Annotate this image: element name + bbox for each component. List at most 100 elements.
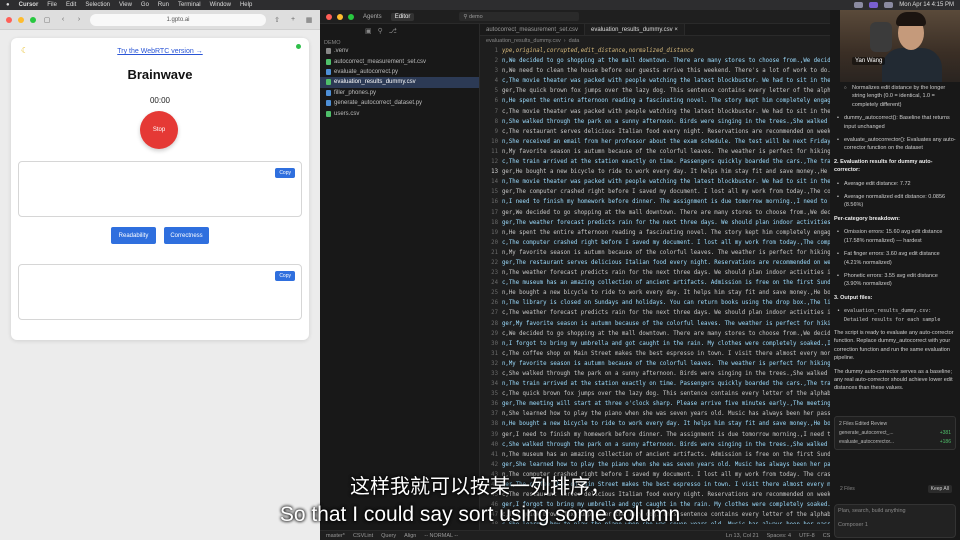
menu-run[interactable]: Run (158, 2, 169, 8)
code-line[interactable]: 32 n,My favorite season is autumn because… (480, 359, 840, 369)
code-lines[interactable]: 1 ype,original,corrupted,edit_distance,no… (480, 46, 840, 524)
code-line[interactable]: 18 ger,The weather forecast predicts rain… (480, 218, 840, 228)
menu-window[interactable]: Window (210, 2, 231, 8)
enhanced-textarea[interactable]: Copy (18, 264, 302, 320)
status-item[interactable]: Align (404, 533, 416, 539)
stop-button[interactable]: Stop (140, 111, 178, 149)
code-line[interactable]: 9 c,The restaurant serves delicious Itali… (480, 127, 840, 137)
new-tab-icon[interactable]: + (288, 16, 298, 23)
minimize-window-button[interactable] (18, 16, 24, 23)
tab-editor[interactable]: Editor (390, 12, 415, 21)
forward-icon[interactable]: › (74, 16, 84, 23)
share-icon[interactable]: ⇧ (272, 16, 282, 24)
code-line[interactable]: 22 ger,The restaurant serves delicious It… (480, 258, 840, 268)
code-line[interactable]: 4 c,The movie theater was packed with peo… (480, 76, 840, 86)
explorer-file[interactable]: .venv (320, 46, 479, 56)
breadcrumb-file[interactable]: evaluation_results_dummy.csv (486, 38, 561, 44)
files-edited-title[interactable]: 2 Files Edited Review (839, 421, 887, 427)
status-icon[interactable] (854, 2, 864, 8)
code-line[interactable]: 15 ger,The computer crashed right before … (480, 187, 840, 197)
zoom-window-button[interactable] (30, 16, 36, 23)
code-line[interactable]: 20 c,The computer crashed right before I … (480, 238, 840, 248)
search-files-icon[interactable]: ⚲ (378, 27, 383, 35)
code-line[interactable]: 29 c,We decided to go shopping at the mal… (480, 329, 840, 339)
explorer-file[interactable]: autocorrect_measurement_set.csv (320, 56, 479, 66)
menu-view[interactable]: View (119, 2, 132, 8)
transcript-textarea[interactable]: Copy (18, 161, 302, 217)
code-line[interactable]: 23 n,The weather forecast predicts rain f… (480, 268, 840, 278)
editor-tab-evaluation-results[interactable]: evaluation_results_dummy.csv × (585, 24, 685, 35)
editor-close-button[interactable] (326, 13, 332, 20)
back-icon[interactable]: ‹ (58, 16, 68, 23)
edited-file-row[interactable]: generate_autocorrect_... +381 (839, 428, 951, 437)
code-line[interactable]: 8 n,She walked through the park on a sunn… (480, 117, 840, 127)
readability-button[interactable]: Readability (111, 227, 156, 244)
explorer-file[interactable]: users.csv (320, 108, 479, 118)
code-line[interactable]: 3 n,We need to clean the house before our… (480, 66, 840, 76)
code-line[interactable]: 12 c,The train arrived at the station exa… (480, 157, 840, 167)
code-line[interactable]: 13 ger,He bought a new bicycle to ride to… (480, 167, 840, 177)
webrtc-link[interactable]: Try the WebRTC version → (11, 48, 309, 55)
code-line[interactable]: 10 n,She received an email from her profe… (480, 137, 840, 147)
source-control-icon[interactable]: ⎇ (389, 27, 397, 35)
code-line[interactable]: 19 n,He spent the entire afternoon readin… (480, 228, 840, 238)
code-editor[interactable]: autocorrect_measurement_set.csv evaluati… (480, 24, 840, 530)
status-item[interactable]: Ln 13, Col 21 (726, 533, 759, 539)
close-window-button[interactable] (6, 16, 12, 23)
status-item[interactable]: Query (381, 533, 396, 539)
code-line[interactable]: 36 ger,The meeting will start at three o'… (480, 399, 840, 409)
explorer-file[interactable]: evaluate_autocorrect.py (320, 67, 479, 77)
code-line[interactable]: 30 n,I forgot to bring my umbrella and go… (480, 339, 840, 349)
code-line[interactable]: 38 n,He bought a new bicycle to ride to w… (480, 419, 840, 429)
menu-selection[interactable]: Selection (85, 2, 110, 8)
correctness-button[interactable]: Correctness (164, 227, 209, 244)
close-tab-icon[interactable]: × (674, 27, 678, 33)
apple-icon[interactable]: ● (6, 2, 10, 8)
status-item[interactable]: CSVLint (353, 533, 373, 539)
editor-zoom-button[interactable] (348, 13, 354, 20)
code-line[interactable]: 2 n,We decided to go shopping at the mall… (480, 56, 840, 66)
code-line[interactable]: 35 c,The quick brown fox jumps over the l… (480, 389, 840, 399)
menu-terminal[interactable]: Terminal (178, 2, 201, 8)
code-line[interactable]: 39 ger,I need to finish my homework befor… (480, 430, 840, 440)
status-item[interactable]: UTF-8 (799, 533, 815, 539)
code-line[interactable]: 16 n,I need to finish my homework before … (480, 197, 840, 207)
code-line[interactable]: 25 n,He bought a new bicycle to ride to w… (480, 288, 840, 298)
recording-icon[interactable] (869, 2, 879, 8)
tabs-overview-icon[interactable]: ▦ (304, 16, 314, 24)
explorer-file[interactable]: filler_phones.py (320, 88, 479, 98)
menu-file[interactable]: File (47, 2, 57, 8)
breadcrumb-symbol[interactable]: data (569, 38, 580, 44)
editor-tab-measurement-set[interactable]: autocorrect_measurement_set.csv (480, 24, 586, 35)
code-line[interactable]: 37 n,She learned how to play the piano wh… (480, 409, 840, 419)
wifi-icon[interactable] (884, 2, 894, 8)
code-line[interactable]: 28 ger,My favorite season is autumn becau… (480, 319, 840, 329)
code-line[interactable]: 14 n,The movie theater was packed with pe… (480, 177, 840, 187)
status-item[interactable]: -- NORMAL -- (424, 533, 458, 539)
code-line[interactable]: 41 n,The museum has an amazing collection… (480, 450, 840, 460)
menubar-app-name[interactable]: Cursor (19, 2, 39, 8)
command-search-input[interactable]: ⚲ demo (459, 12, 580, 21)
copy-transcript-button[interactable]: Copy (275, 168, 295, 178)
code-line[interactable]: 17 ger,We decided to go shopping at the m… (480, 208, 840, 218)
status-item[interactable]: master* (326, 533, 345, 539)
code-line[interactable]: 11 n,My favorite season is autumn because… (480, 147, 840, 157)
code-line[interactable]: 33 c,She walked through the park on a sun… (480, 369, 840, 379)
menubar-clock[interactable]: Mon Apr 14 4:15 PM (899, 2, 954, 8)
code-line[interactable]: 5 ger,The quick brown fox jumps over the … (480, 86, 840, 96)
code-line[interactable]: 34 n,The train arrived at the station exa… (480, 379, 840, 389)
copy-enhanced-button[interactable]: Copy (275, 271, 295, 281)
code-line[interactable]: 31 c,The coffee shop on Main Street makes… (480, 349, 840, 359)
code-line[interactable]: 42 ger,She learned how to play the piano … (480, 460, 840, 470)
code-line[interactable]: 1 ype,original,corrupted,edit_distance,no… (480, 46, 840, 56)
code-line[interactable]: 21 n,My favorite season is autumn because… (480, 248, 840, 258)
menu-help[interactable]: Help (240, 2, 252, 8)
code-line[interactable]: 40 c,She walked through the park on a sun… (480, 440, 840, 450)
edited-file-row[interactable]: evaluate_autocorrector... +186 (839, 437, 951, 446)
menu-edit[interactable]: Edit (66, 2, 76, 8)
code-line[interactable]: 27 c,The weather forecast predicts rain f… (480, 308, 840, 318)
code-line[interactable]: 24 c,The museum has an amazing collection… (480, 278, 840, 288)
code-line[interactable]: 7 c,The movie theater was packed with peo… (480, 107, 840, 117)
url-bar[interactable]: 1.gpto.ai (90, 13, 266, 26)
sidebar-icon[interactable]: ▢ (42, 16, 52, 24)
